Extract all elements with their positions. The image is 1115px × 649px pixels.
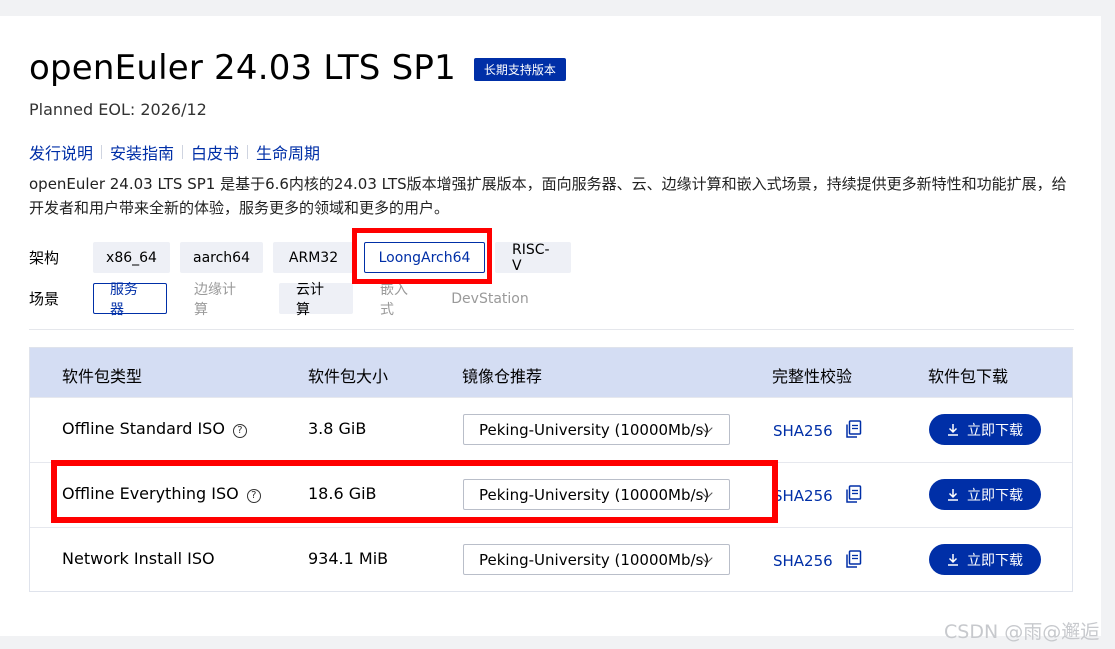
scene-option-edge[interactable]: 边缘计算 (177, 282, 265, 318)
package-type-cell: Offline Standard ISO? (62, 419, 247, 438)
table-row: Offline Standard ISO? 3.8 GiB Peking-Uni… (30, 397, 1072, 462)
header-mirror: 镜像仓推荐 (462, 367, 543, 386)
checksum-text: SHA256 (773, 487, 833, 505)
release-description: openEuler 24.03 LTS SP1 是基于6.6内核的24.03 L… (29, 175, 1067, 217)
download-button[interactable]: 立即下载 (929, 479, 1041, 510)
arch-option-x86-64[interactable]: x86_64 (93, 242, 170, 273)
package-type-text: Network Install ISO (62, 549, 215, 568)
link-separator (247, 145, 249, 159)
download-button[interactable]: 立即下载 (929, 544, 1041, 575)
download-icon (947, 488, 959, 501)
link-install-guide[interactable]: 安装指南 (110, 140, 174, 164)
scenario-filter: 场景 服务器 边缘计算 云计算 嵌入式 DevStation (29, 282, 545, 318)
section-divider (29, 329, 1074, 330)
link-separator (182, 145, 184, 159)
checksum-link[interactable]: SHA256 (773, 420, 862, 442)
copy-icon[interactable] (845, 485, 862, 507)
annotation-box-architecture (352, 228, 492, 284)
arch-option-aarch64[interactable]: aarch64 (180, 242, 263, 273)
annotation-box-everything-iso (51, 460, 778, 523)
download-label: 立即下载 (967, 487, 1023, 504)
header-package-type: 软件包类型 (62, 367, 143, 386)
doc-links: 发行说明 安装指南 白皮书 生命周期 (29, 140, 320, 164)
header-package-size: 软件包大小 (308, 367, 389, 386)
mirror-select[interactable]: Peking-University (10000Mb/s) (463, 544, 730, 575)
link-separator (101, 145, 103, 159)
lts-badge: 长期支持版本 (473, 57, 566, 81)
package-type-cell: Network Install ISO (62, 549, 215, 568)
page-title: openEuler 24.03 LTS SP1 (29, 48, 456, 88)
package-size: 3.8 GiB (308, 419, 367, 438)
package-type-text: Offline Standard ISO (62, 419, 225, 438)
checksum-text: SHA256 (773, 422, 833, 440)
download-icon (947, 423, 959, 436)
mirror-select-value: Peking-University (10000Mb/s) (479, 550, 710, 569)
download-label: 立即下载 (967, 552, 1023, 569)
page-scroll-gutter (1101, 0, 1115, 649)
watermark: CSDN @雨@邂逅 (944, 621, 1100, 643)
link-lifecycle[interactable]: 生命周期 (256, 140, 320, 164)
header-download: 软件包下载 (928, 367, 1009, 386)
scene-option-devstation[interactable]: DevStation (445, 283, 535, 314)
mirror-select[interactable]: Peking-University (10000Mb/s) (463, 414, 730, 445)
architecture-label: 架构 (29, 249, 60, 267)
checksum-link[interactable]: SHA256 (773, 485, 862, 507)
arch-option-risc-v[interactable]: RISC-V (495, 242, 571, 274)
title-row: openEuler 24.03 LTS SP1 长期支持版本 (29, 48, 566, 88)
table-header: 软件包类型 软件包大小 镜像仓推荐 完整性校验 软件包下载 (30, 348, 1072, 397)
help-icon[interactable]: ? (232, 424, 247, 438)
eol-date: Planned EOL: 2026/12 (29, 100, 207, 119)
link-release-notes[interactable]: 发行说明 (29, 140, 93, 164)
scene-option-server[interactable]: 服务器 (93, 282, 167, 318)
scenario-label: 场景 (29, 290, 60, 308)
scene-option-embedded[interactable]: 嵌入式 (363, 282, 435, 318)
architecture-filter: 架构 x86_64 aarch64 ARM32 LoongArch64 RISC… (29, 242, 581, 274)
download-icon (947, 553, 959, 566)
package-size: 934.1 MiB (308, 549, 389, 568)
header-checksum: 完整性校验 (772, 367, 853, 386)
checksum-text: SHA256 (773, 552, 833, 570)
download-button[interactable]: 立即下载 (929, 414, 1041, 445)
download-label: 立即下载 (967, 422, 1023, 439)
table-row: Network Install ISO 934.1 MiB Peking-Uni… (30, 527, 1072, 592)
copy-icon[interactable] (845, 420, 862, 442)
mirror-select-value: Peking-University (10000Mb/s) (479, 420, 710, 439)
link-whitepaper[interactable]: 白皮书 (191, 140, 239, 164)
arch-option-arm32[interactable]: ARM32 (273, 242, 354, 273)
checksum-link[interactable]: SHA256 (773, 550, 862, 572)
scene-option-cloud[interactable]: 云计算 (279, 282, 353, 318)
copy-icon[interactable] (845, 550, 862, 572)
